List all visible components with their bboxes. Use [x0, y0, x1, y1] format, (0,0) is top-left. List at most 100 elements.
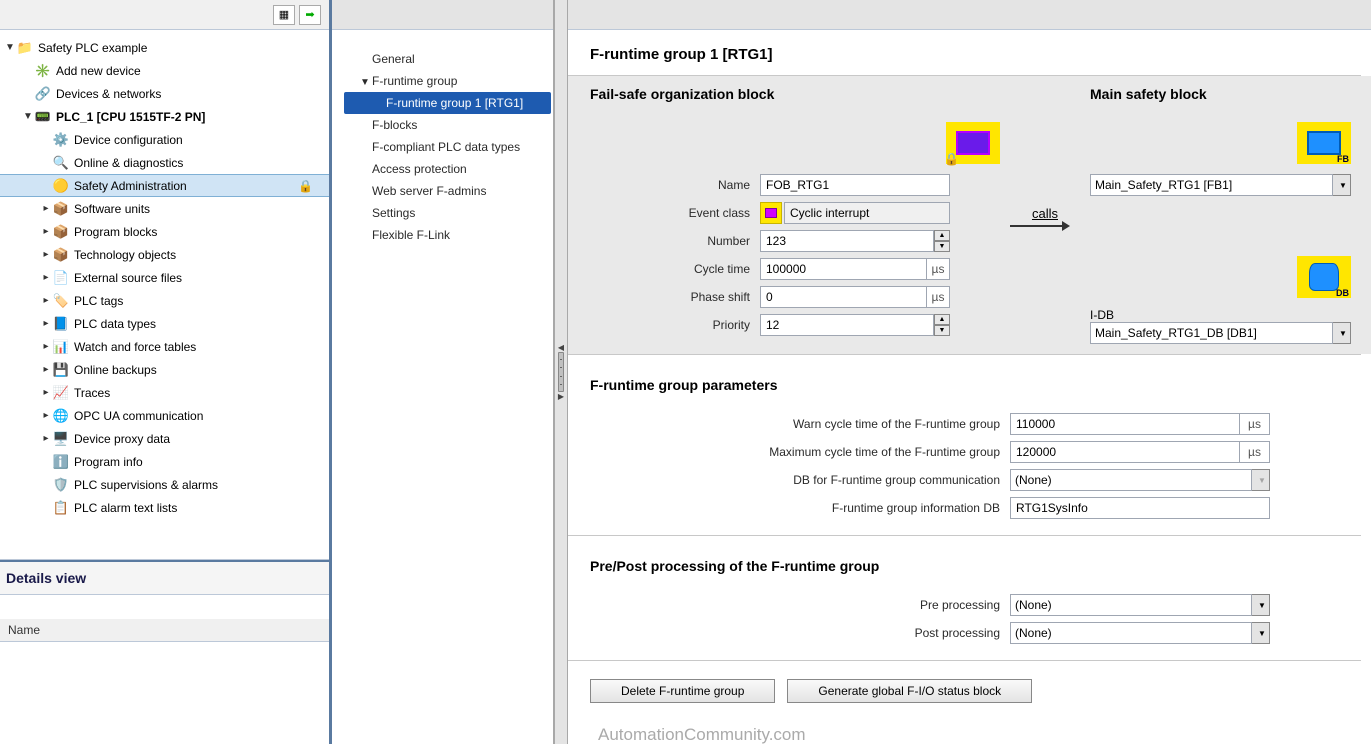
main-safety-block-dropdown[interactable]: ▼ — [1333, 174, 1351, 196]
tree-item[interactable]: ▸📦Technology objects — [0, 243, 329, 266]
node-icon: 📦 — [52, 201, 70, 217]
watermark-text: AutomationCommunity.com — [568, 725, 1371, 744]
nav-item[interactable]: Settings — [344, 202, 551, 224]
expand-icon[interactable]: ▸ — [40, 410, 52, 421]
idb-combo[interactable] — [1090, 322, 1333, 344]
number-label: Number — [590, 234, 760, 248]
generate-status-block-button[interactable]: Generate global F-I/O status block — [787, 679, 1032, 703]
nav-item[interactable]: F-compliant PLC data types — [344, 136, 551, 158]
db-comm-label: DB for F-runtime group communication — [590, 473, 1010, 487]
expand-icon[interactable]: ▸ — [40, 203, 52, 214]
fob-icon: 🔒 — [946, 122, 1000, 164]
name-input[interactable] — [760, 174, 950, 196]
number-down[interactable]: ▼ — [934, 241, 950, 252]
tree-item[interactable]: ▸📘PLC data types — [0, 312, 329, 335]
nav-item[interactable]: Flexible F-Link — [344, 224, 551, 246]
tree-item[interactable]: ▸📄External source files — [0, 266, 329, 289]
grid-icon[interactable]: ▦ — [273, 5, 295, 25]
nav-item[interactable]: General — [344, 48, 551, 70]
node-icon: 📈 — [52, 385, 70, 401]
tree-item[interactable]: ▸📦Software units — [0, 197, 329, 220]
phase-shift-input[interactable] — [760, 286, 927, 308]
node-icon: 🏷️ — [52, 293, 70, 309]
pre-processing-dropdown[interactable]: ▼ — [1252, 594, 1270, 616]
tree-item[interactable]: ▸💾Online backups — [0, 358, 329, 381]
node-label: Devices & networks — [54, 87, 161, 101]
node-label: Traces — [72, 386, 110, 400]
tree-item[interactable]: ▸🌐OPC UA communication — [0, 404, 329, 427]
tree-item[interactable]: ▸📦Program blocks — [0, 220, 329, 243]
db-comm-dropdown: ▼ — [1252, 469, 1270, 491]
tree-item[interactable]: ⚙️Device configuration — [0, 128, 329, 151]
arrow-icon — [1010, 221, 1070, 231]
node-icon: 💾 — [52, 362, 70, 378]
expand-icon[interactable]: ▼ — [4, 42, 16, 53]
node-label: OPC UA communication — [72, 409, 203, 423]
node-label: Safety PLC example — [36, 41, 147, 55]
node-label: Add new device — [54, 64, 141, 78]
vertical-splitter[interactable]: ◀ ▶ — [554, 0, 568, 744]
nav-item[interactable]: F-blocks — [344, 114, 551, 136]
number-input[interactable] — [760, 230, 934, 252]
node-icon: 📦 — [52, 224, 70, 240]
nav-item[interactable]: F-runtime group 1 [RTG1] — [344, 92, 551, 114]
tree-item[interactable]: 📋PLC alarm text lists — [0, 496, 329, 519]
tree-item[interactable]: ℹ️Program info — [0, 450, 329, 473]
node-label: Technology objects — [72, 248, 176, 262]
tree-item[interactable]: ▸📈Traces — [0, 381, 329, 404]
expand-icon[interactable]: ▸ — [40, 341, 52, 352]
expand-icon[interactable]: ▸ — [40, 318, 52, 329]
go-icon[interactable]: ➡ — [299, 5, 321, 25]
nav-item[interactable]: Access protection — [344, 158, 551, 180]
warn-cycle-label: Warn cycle time of the F-runtime group — [590, 417, 1010, 431]
expand-icon[interactable]: ▼ — [22, 111, 34, 122]
params-heading: F-runtime group parameters — [590, 377, 1351, 393]
info-db-input[interactable] — [1010, 497, 1270, 519]
node-icon: 🔍 — [52, 155, 70, 171]
max-cycle-input[interactable] — [1010, 441, 1240, 463]
idb-dropdown[interactable]: ▼ — [1333, 322, 1351, 344]
tree-item[interactable]: 🟡Safety Administration🔒 — [0, 174, 329, 197]
number-up[interactable]: ▲ — [934, 230, 950, 241]
tree-item[interactable]: ▸📊Watch and force tables — [0, 335, 329, 358]
post-processing-combo[interactable] — [1010, 622, 1252, 644]
post-processing-label: Post processing — [590, 626, 1010, 640]
expand-icon[interactable]: ▸ — [40, 249, 52, 260]
node-label: Safety Administration — [72, 179, 187, 193]
cycle-time-input[interactable] — [760, 258, 927, 280]
expand-icon[interactable]: ▸ — [40, 387, 52, 398]
delete-runtime-group-button[interactable]: Delete F-runtime group — [590, 679, 775, 703]
prepost-heading: Pre/Post processing of the F-runtime gro… — [590, 558, 1351, 574]
nav-item[interactable]: Web server F-admins — [344, 180, 551, 202]
expand-icon[interactable]: ▸ — [40, 272, 52, 283]
node-icon: 📟 — [34, 109, 52, 125]
lock-icon: 🔒 — [298, 179, 313, 193]
tree-item[interactable]: ▸🏷️PLC tags — [0, 289, 329, 312]
tree-item[interactable]: 🛡️PLC supervisions & alarms — [0, 473, 329, 496]
cycle-time-label: Cycle time — [590, 262, 760, 276]
expand-icon[interactable]: ▸ — [40, 364, 52, 375]
tree-item[interactable]: ▼📁Safety PLC example — [0, 36, 329, 59]
pre-processing-combo[interactable] — [1010, 594, 1252, 616]
node-icon: 🔗 — [34, 86, 52, 102]
tree-item[interactable]: ✳️Add new device — [0, 59, 329, 82]
expand-icon[interactable]: ▸ — [40, 433, 52, 444]
warn-cycle-input[interactable] — [1010, 413, 1240, 435]
priority-up[interactable]: ▲ — [934, 314, 950, 325]
tree-item[interactable]: 🔍Online & diagnostics — [0, 151, 329, 174]
expand-icon[interactable]: ▸ — [40, 295, 52, 306]
tree-item[interactable]: 🔗Devices & networks — [0, 82, 329, 105]
expand-icon[interactable]: ▸ — [40, 226, 52, 237]
node-label: PLC data types — [72, 317, 156, 331]
tree-item[interactable]: ▸🖥️Device proxy data — [0, 427, 329, 450]
main-safety-block-combo[interactable] — [1090, 174, 1333, 196]
tree-item[interactable]: ▼📟PLC_1 [CPU 1515TF-2 PN] — [0, 105, 329, 128]
nav-item[interactable]: ▼F-runtime group — [344, 70, 551, 92]
priority-down[interactable]: ▼ — [934, 325, 950, 336]
priority-input[interactable] — [760, 314, 934, 336]
project-tree[interactable]: ▼📁Safety PLC example✳️Add new device🔗Dev… — [0, 30, 329, 560]
event-class-label: Event class — [590, 206, 760, 220]
post-processing-dropdown[interactable]: ▼ — [1252, 622, 1270, 644]
details-view-header: Details view — [0, 560, 329, 594]
node-icon: 🛡️ — [52, 477, 70, 493]
